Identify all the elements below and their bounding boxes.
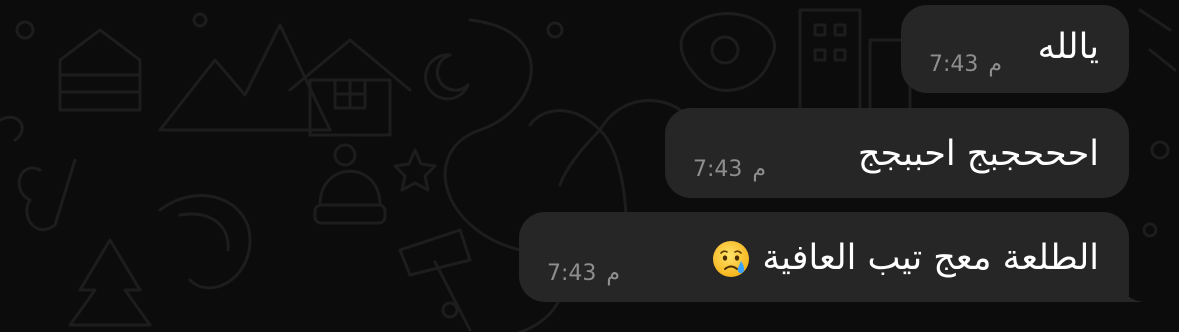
message-bubble[interactable]: يالله 7:43 م — [901, 5, 1129, 93]
message-bubble[interactable]: احححجبج احببجج 7:43 م — [665, 108, 1129, 198]
timestamp-ampm: م — [988, 52, 1003, 77]
timestamp-time: 7:43 — [929, 52, 979, 77]
message-bubble[interactable]: الطلعة معج تيب العافية 7:43 م — [519, 212, 1143, 302]
crying-face-emoji-icon — [713, 241, 750, 277]
message-text: يالله — [1037, 27, 1099, 67]
bubble-tail — [1119, 280, 1143, 302]
timestamp-time: 7:43 — [693, 157, 743, 182]
message-timestamp: 7:43 م — [547, 261, 620, 286]
timestamp-time: 7:43 — [547, 261, 597, 286]
chat-view[interactable]: يالله 7:43 م احححجبج احببجج 7:43 م الطلعة … — [0, 0, 1179, 332]
timestamp-ampm: م — [606, 261, 621, 286]
message-timestamp: 7:43 م — [693, 157, 766, 182]
message-text: الطلعة معج تيب العافية — [705, 236, 1099, 280]
timestamp-ampm: م — [752, 157, 767, 182]
message-timestamp: 7:43 م — [929, 52, 1002, 77]
message-text: احححجبج احببجج — [857, 134, 1099, 174]
message-text-content: الطلعة معج تيب العافية — [762, 238, 1099, 278]
